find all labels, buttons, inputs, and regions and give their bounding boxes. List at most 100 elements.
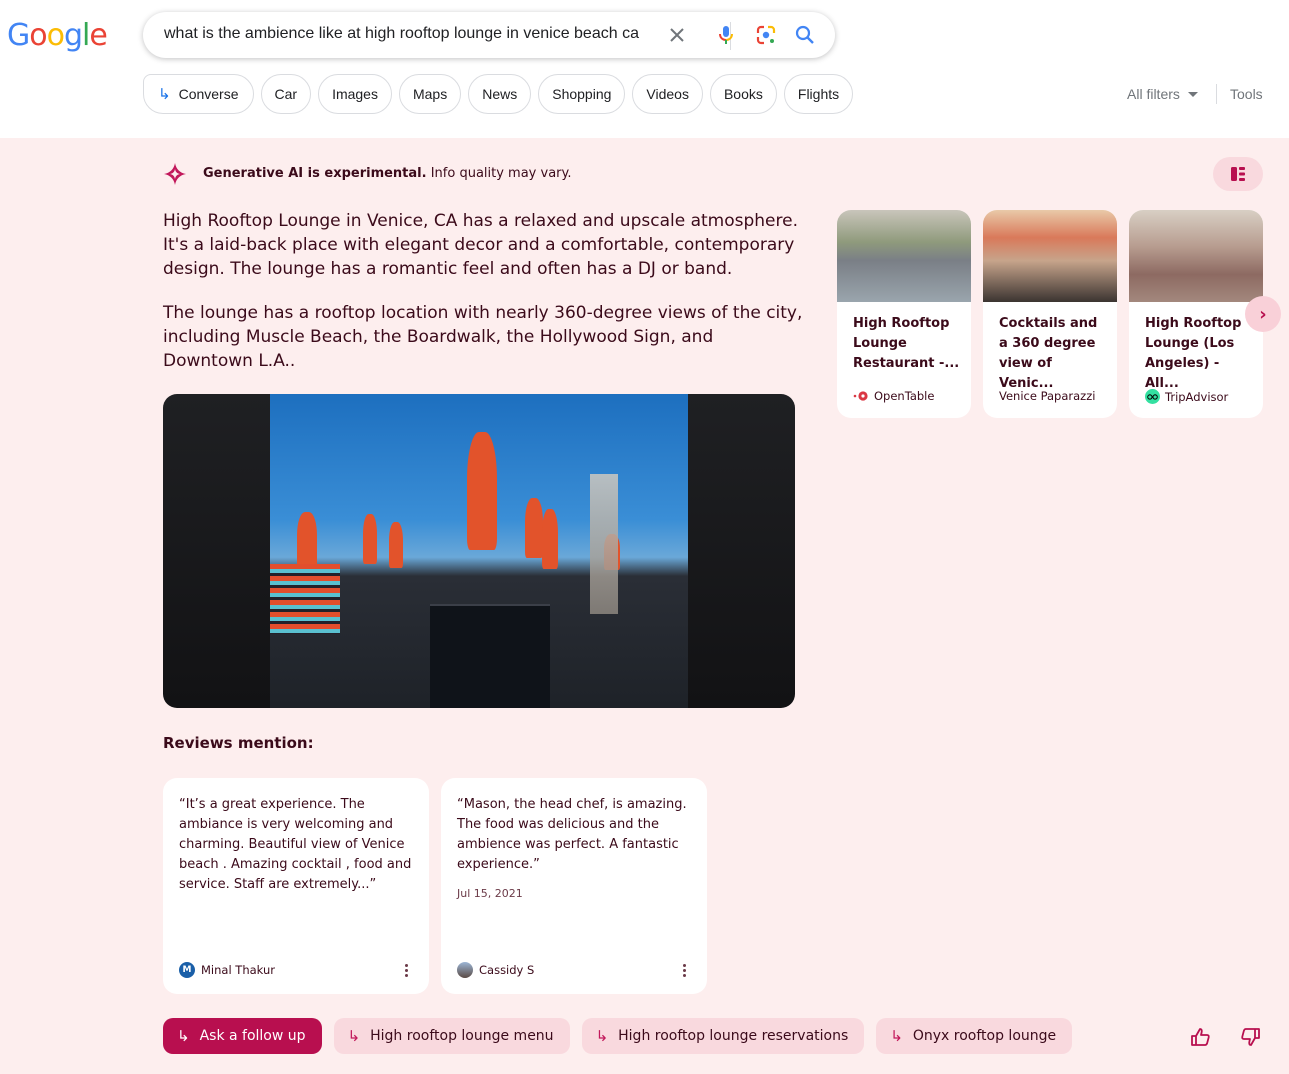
search-input[interactable]: what is the ambience like at high roofto…: [164, 25, 639, 43]
logo-letter: l: [82, 18, 90, 53]
tab-label: Maps: [412, 86, 448, 102]
umbrella-shape: [542, 509, 558, 569]
thumbs-up-icon[interactable]: [1190, 1027, 1212, 1047]
search-tabs: ↳ Converse Car Images Maps News Shopping…: [143, 74, 854, 114]
follow-up-chip[interactable]: ↳ Onyx rooftop lounge: [876, 1018, 1073, 1054]
arrow-return-icon: ↳: [595, 1027, 609, 1045]
source-thumbnail: [837, 210, 971, 302]
source-title: Cocktails and a 360 degree view of Venic…: [999, 316, 1098, 391]
logo-letter: o: [46, 18, 65, 53]
follow-up-suggestions: ↳ Ask a follow up ↳ High rooftop lounge …: [163, 1018, 1073, 1054]
all-filters-dropdown[interactable]: All filters: [1127, 86, 1198, 102]
avatar: [457, 962, 473, 978]
tripadvisor-icon: [1145, 389, 1160, 404]
tab-label: News: [482, 86, 518, 102]
blanket-shape: [270, 564, 340, 634]
more-options-icon[interactable]: [679, 960, 689, 980]
caret-down-icon: [1187, 91, 1198, 97]
follow-up-label: High rooftop lounge menu: [370, 1028, 554, 1044]
summary-paragraph: The lounge has a rooftop location with n…: [163, 303, 803, 371]
tab-label: Flights: [797, 86, 840, 102]
tab-label: Car: [274, 86, 298, 102]
tab-maps[interactable]: Maps: [398, 74, 462, 114]
filter-divider: [1216, 84, 1217, 104]
review-card[interactable]: “Mason, the head chef, is amazing. The f…: [441, 778, 707, 994]
rooftop-photo: [270, 394, 688, 708]
logo-letter: G: [7, 18, 30, 53]
umbrella-shape: [297, 512, 317, 570]
layout-toggle-button[interactable]: [1213, 157, 1263, 191]
follow-up-label: Onyx rooftop lounge: [912, 1028, 1057, 1044]
source-cards: High Rooftop Lounge Restaurant -... Open…: [837, 210, 1263, 418]
umbrella-shape: [525, 498, 543, 558]
tab-books[interactable]: Books: [709, 74, 777, 114]
tab-label: Videos: [646, 86, 689, 102]
tab-car[interactable]: Car: [260, 74, 312, 114]
ask-follow-up-button[interactable]: ↳ Ask a follow up: [163, 1018, 322, 1054]
review-date: Jul 15, 2021: [457, 887, 523, 900]
logo-letter: o: [29, 18, 47, 53]
logo-letter: e: [89, 18, 107, 53]
header: Google what is the ambience like at high…: [0, 0, 1289, 138]
follow-up-chip[interactable]: ↳ High rooftop lounge reservations: [581, 1018, 865, 1054]
review-author: Cassidy S: [457, 962, 534, 978]
tab-news[interactable]: News: [468, 74, 532, 114]
tab-label: Books: [723, 86, 763, 102]
author-name: Minal Thakur: [201, 963, 275, 977]
source-site: Venice Paparazzi: [999, 389, 1095, 403]
clear-icon[interactable]: [665, 23, 689, 47]
follow-up-chip[interactable]: ↳ High rooftop lounge menu: [333, 1018, 570, 1054]
source-card[interactable]: Cocktails and a 360 degree view of Venic…: [983, 210, 1117, 418]
source-site-name: TripAdvisor: [1165, 389, 1229, 404]
notice-rest: Info quality may vary.: [426, 166, 572, 181]
google-lens-icon[interactable]: [754, 23, 778, 47]
chevron-right-icon: ›: [1259, 303, 1267, 325]
tools-button[interactable]: Tools: [1230, 86, 1263, 102]
review-card[interactable]: “It’s a great experience. The ambiance i…: [163, 778, 429, 994]
sparkle-icon: [164, 163, 186, 185]
source-site: TripAdvisor: [1145, 389, 1228, 404]
google-logo[interactable]: Google: [7, 18, 108, 53]
tab-converse[interactable]: ↳ Converse: [143, 74, 254, 114]
follow-up-label: High rooftop lounge reservations: [618, 1028, 849, 1044]
follow-up-label: Ask a follow up: [199, 1028, 306, 1044]
source-site-name: Venice Paparazzi: [999, 389, 1096, 403]
tab-label: Converse: [178, 86, 239, 102]
tab-images[interactable]: Images: [318, 74, 392, 114]
logo-letter: g: [63, 18, 83, 53]
notice-bold: Generative AI is experimental.: [203, 166, 427, 181]
arrow-return-icon: ↳: [890, 1027, 903, 1045]
source-card[interactable]: High Rooftop Lounge (Los Angeles) - All.…: [1129, 210, 1263, 418]
search-icon[interactable]: [793, 23, 817, 47]
tab-flights[interactable]: Flights: [783, 74, 854, 114]
microphone-icon[interactable]: [714, 23, 738, 47]
review-quote: “It’s a great experience. The ambiance i…: [179, 797, 412, 892]
source-title: High Rooftop Lounge Restaurant -...: [853, 316, 960, 371]
review-author: M Minal Thakur: [179, 962, 275, 978]
source-site-name: OpenTable: [874, 389, 935, 403]
arrow-return-icon: ↳: [177, 1027, 190, 1045]
search-box[interactable]: what is the ambience like at high roofto…: [143, 12, 835, 58]
next-sources-button[interactable]: ›: [1245, 296, 1281, 332]
ai-overview-panel: Generative AI is experimental. Info qual…: [0, 138, 1289, 1074]
experimental-notice: Generative AI is experimental. Info qual…: [203, 166, 571, 181]
thumbs-down-icon[interactable]: [1239, 1027, 1261, 1047]
reviews-heading: Reviews mention:: [163, 734, 314, 752]
all-filters-label: All filters: [1127, 86, 1180, 102]
umbrella-shape: [389, 522, 403, 568]
umbrella-shape: [467, 432, 497, 550]
author-name: Cassidy S: [479, 963, 535, 977]
tab-videos[interactable]: Videos: [632, 74, 703, 114]
arrow-return-icon: ↳: [347, 1027, 361, 1045]
source-thumbnail: [1129, 210, 1263, 302]
source-title: High Rooftop Lounge (Los Angeles) - All.…: [1145, 316, 1242, 391]
source-card[interactable]: High Rooftop Lounge Restaurant -... Open…: [837, 210, 971, 418]
opentable-icon: [853, 391, 868, 401]
tab-label: Images: [332, 86, 378, 102]
tab-shopping[interactable]: Shopping: [538, 74, 626, 114]
source-thumbnail: [983, 210, 1117, 302]
more-options-icon[interactable]: [401, 960, 411, 980]
avatar: M: [179, 962, 195, 978]
hero-image[interactable]: [163, 394, 795, 708]
review-quote: “Mason, the head chef, is amazing. The f…: [457, 797, 687, 872]
